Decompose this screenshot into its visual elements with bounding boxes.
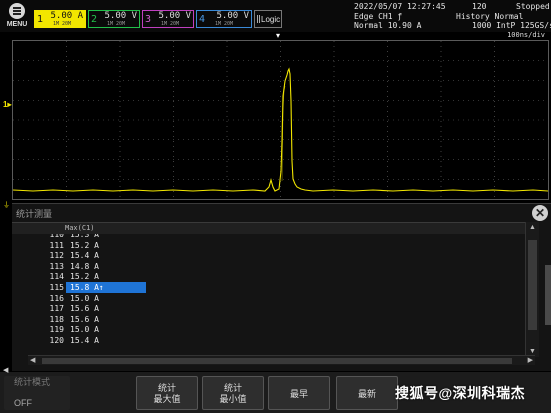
latest-button[interactable]: 最新 [336, 376, 398, 410]
row-value: 15.2 A [70, 240, 99, 250]
row-value: 15.6 A [70, 304, 99, 314]
logic-icon [257, 15, 260, 23]
table-row[interactable]: 120 15.4 A [12, 336, 535, 347]
earliest-button[interactable]: 最早 [268, 376, 330, 410]
channel-3-scale: 5.00 V [158, 11, 191, 21]
channel-2-sub: 1M 20M [107, 21, 126, 27]
stat-max-button[interactable]: 统计 最大值 [136, 376, 198, 410]
channel-2-number: 2 [91, 14, 98, 25]
table-row[interactable]: 115 15.8 A↑ [12, 282, 535, 294]
acquisition-count: 120 [472, 2, 487, 11]
row-value: 15.0 A [70, 325, 99, 335]
ch1-level-marker-icon[interactable]: 1▸ [3, 100, 11, 109]
watermark: 搜狐号@深圳科瑞杰 [395, 385, 526, 401]
row-value: 15.0 A [70, 293, 99, 303]
stats-rows: 110 15.3 A 111 15.2 A 112 15.4 A 113 14.8 A 114 1… [12, 234, 535, 354]
menu-button[interactable]: MENU [2, 1, 32, 31]
channel-4-sub: 1M 20M [215, 21, 234, 27]
scroll-right-icon[interactable]: ▶ [528, 356, 533, 364]
row-index: 110 [49, 234, 64, 239]
row-index: 116 [49, 293, 64, 303]
row-index: 113 [49, 261, 64, 271]
hscroll-thumb[interactable] [42, 358, 512, 364]
row-value: 15.8 A↑ [70, 283, 104, 292]
channel-2-scale: 5.00 V [104, 11, 137, 21]
table-row[interactable]: 119 15.0 A [12, 325, 535, 336]
row-index: 120 [49, 336, 64, 345]
row-value: 15.4 A [70, 251, 99, 261]
collapse-caret-icon[interactable]: ◀ [3, 366, 8, 374]
side-panel-tab[interactable] [545, 265, 551, 325]
channel-1-number: 1 [37, 14, 44, 25]
row-index: 117 [49, 304, 64, 314]
logic-button[interactable]: Logic [254, 10, 282, 28]
datetime: 2022/05/07 12:27:45 [354, 2, 446, 11]
channel-1-sub: 1M 20M [53, 21, 72, 27]
ground-marker-icon: ⏚ [3, 202, 10, 209]
top-bar: MENU 1 5.00 A 1M 20M 2 5.00 V 1M 20M 3 5… [0, 0, 551, 32]
channel-1-button[interactable]: 1 5.00 A 1M 20M [34, 10, 86, 28]
row-index: 118 [49, 314, 64, 324]
channel-1-scale: 5.00 A [50, 11, 83, 21]
stat-mode-softkey[interactable]: 统计模式 OFF [4, 376, 70, 410]
sample-rate[interactable]: 1000 IntP 125GS/s [472, 21, 551, 30]
stats-header-row: Max(C1) [12, 222, 535, 234]
stat-mode-label: 统计模式 [14, 377, 51, 387]
scroll-up-icon[interactable]: ▲ [529, 224, 536, 231]
table-row[interactable]: 113 14.8 A [12, 262, 535, 273]
ch1-waveform [12, 67, 549, 192]
vertical-scrollbar[interactable]: ▲ ▼ [525, 222, 539, 357]
row-value: 15.6 A [70, 314, 99, 324]
menu-icon [9, 3, 25, 19]
table-row[interactable]: 117 15.6 A [12, 304, 535, 315]
row-index: 112 [49, 251, 64, 261]
column-header-max: Max(C1) [65, 224, 95, 232]
table-row[interactable]: 118 15.6 A [12, 315, 535, 326]
row-index: 114 [49, 272, 64, 282]
row-value: 15.2 A [70, 272, 99, 282]
table-row[interactable]: 112 15.4 A [12, 251, 535, 262]
stat-mode-value: OFF [14, 398, 32, 408]
scroll-thumb[interactable] [528, 240, 537, 330]
row-value: 15.3 A [70, 234, 99, 239]
channel-4-button[interactable]: 4 5.00 V 1M 20M [196, 10, 252, 28]
trigger-level[interactable]: Normal 10.90 A [354, 21, 421, 30]
row-index: 115 [49, 283, 64, 292]
channel-3-sub: 1M 20M [161, 21, 180, 27]
row-value: 15.4 A [70, 336, 99, 345]
timebase-label: 100ns/div [507, 31, 545, 39]
channel-2-button[interactable]: 2 5.00 V 1M 20M [88, 10, 140, 28]
waveform-grid[interactable] [12, 40, 549, 200]
table-row[interactable]: 116 15.0 A [12, 294, 535, 305]
row-value: 14.8 A [70, 261, 99, 271]
run-state: Stopped [516, 2, 550, 11]
stats-panel: 统计测量 ✕ Max(C1) 110 15.3 A 111 15.2 A 112 15.4… [12, 203, 551, 371]
channel-4-number: 4 [199, 14, 206, 25]
trigger-marker-icon[interactable]: ▾ [276, 31, 280, 40]
scroll-down-icon[interactable]: ▼ [529, 348, 536, 355]
channel-3-button[interactable]: 3 5.00 V 1M 20M [142, 10, 194, 28]
stat-min-button[interactable]: 统计 最小值 [202, 376, 264, 410]
row-index: 111 [49, 240, 64, 250]
waveform-display [12, 41, 549, 199]
stats-title: 统计测量 [16, 209, 53, 219]
menu-label: MENU [6, 21, 28, 28]
channel-4-scale: 5.00 V [216, 11, 249, 21]
trigger-type[interactable]: Edge CH1 ƒ [354, 12, 402, 21]
horizontal-scrollbar[interactable]: ◀ ▶ [28, 355, 535, 365]
row-index: 119 [49, 325, 64, 335]
scroll-left-icon[interactable]: ◀ [30, 356, 35, 364]
table-row[interactable]: 111 15.2 A [12, 241, 535, 252]
acquisition-mode[interactable]: History Normal [456, 12, 523, 21]
close-icon[interactable]: ✕ [532, 205, 548, 221]
logic-label: Logic [261, 15, 281, 24]
channel-3-number: 3 [145, 14, 152, 25]
